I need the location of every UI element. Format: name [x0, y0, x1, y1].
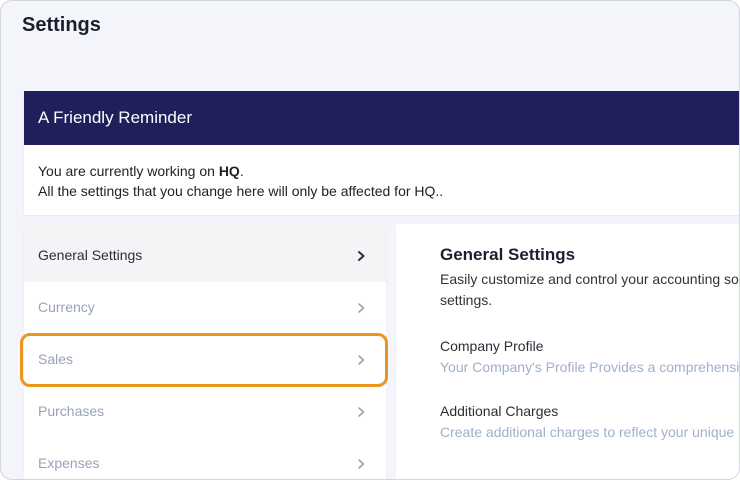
reminder-line-1-prefix: You are currently working on [38, 163, 219, 179]
reminder-body: You are currently working on HQ. All the… [24, 145, 739, 201]
settings-link-additional-charges[interactable]: Additional Charges Create additional cha… [440, 403, 740, 440]
settings-content-panel: General Settings Easily customize and co… [396, 224, 740, 479]
content-inner: General Settings Easily customize and co… [440, 245, 740, 440]
sidebar-item-label: General Settings [38, 247, 143, 263]
reminder-line-1: You are currently working on HQ. [38, 161, 739, 181]
chevron-right-icon [358, 459, 365, 469]
sidebar-item-label: Expenses [38, 455, 100, 471]
settings-sidebar: General Settings Currency Sales Purchase… [24, 224, 386, 479]
sidebar-item-purchases[interactable]: Purchases [24, 386, 386, 438]
sidebar-item-sales[interactable]: Sales [24, 334, 386, 386]
content-description: Easily customize and control your accoun… [440, 271, 739, 308]
chevron-right-icon [358, 251, 365, 261]
sidebar-item-currency[interactable]: Currency [24, 282, 386, 334]
chevron-right-icon [358, 355, 365, 365]
page-title: Settings [22, 14, 101, 36]
reminder-line-1-suffix: . [239, 163, 244, 179]
settings-link-description: Create additional charges to reflect you… [440, 424, 740, 440]
sidebar-item-label: Purchases [38, 403, 105, 419]
settings-link-description: Your Company's Profile Provides a compre… [440, 359, 740, 375]
sidebar-item-label: Currency [38, 299, 95, 315]
chevron-right-icon [358, 407, 365, 417]
content-title: General Settings [440, 245, 576, 264]
app-window: Settings A Friendly Reminder You are cur… [0, 0, 740, 480]
sidebar-item-label: Sales [38, 351, 74, 367]
reminder-line-2: All the settings that you change here wi… [38, 183, 444, 199]
sidebar-item-expenses[interactable]: Expenses [24, 438, 386, 479]
chevron-right-icon [358, 303, 365, 313]
reminder-banner: A Friendly Reminder You are currently wo… [24, 91, 739, 215]
settings-link-title: Additional Charges [440, 403, 559, 419]
reminder-title: A Friendly Reminder [24, 91, 739, 145]
reminder-branch-name: HQ [218, 163, 240, 179]
settings-link-title: Company Profile [440, 338, 544, 354]
sidebar-item-general-settings[interactable]: General Settings [24, 224, 386, 282]
settings-link-company-profile[interactable]: Company Profile Your Company's Profile P… [440, 338, 740, 375]
